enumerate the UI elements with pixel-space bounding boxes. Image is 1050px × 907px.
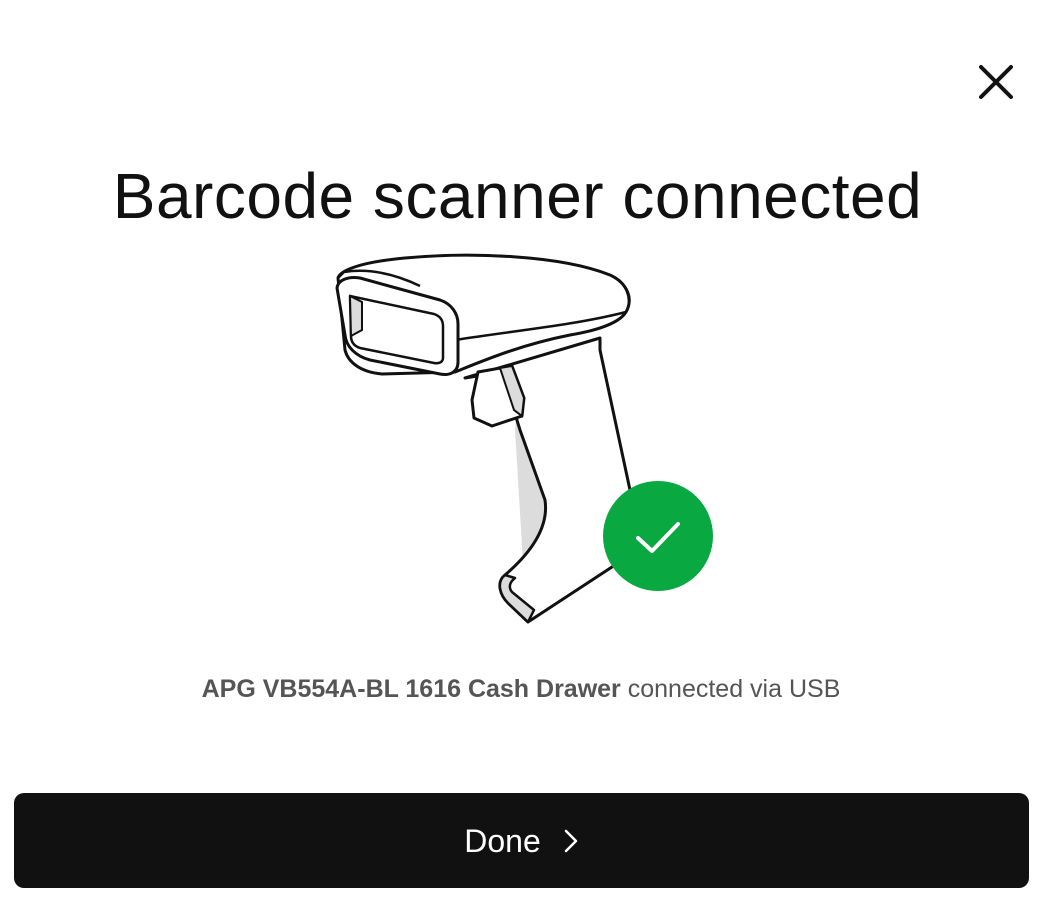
close-icon xyxy=(979,65,1013,99)
close-button[interactable] xyxy=(972,58,1020,106)
chevron-right-icon xyxy=(563,828,579,854)
device-name: APG VB554A-BL 1616 Cash Drawer xyxy=(201,675,621,703)
page-title: Barcode scanner connected xyxy=(112,160,923,232)
done-label: Done xyxy=(464,822,541,859)
success-badge xyxy=(603,481,713,591)
barcode-scanner-illustration xyxy=(335,253,713,624)
connection-method: connected via USB xyxy=(620,675,841,703)
connection-status: APG VB554A-BL 1616 Cash Drawer connected… xyxy=(0,672,1042,706)
connection-dialog: Barcode scanner connected APG VB554A-BL … xyxy=(0,0,1050,907)
done-button[interactable]: Done xyxy=(14,793,1029,888)
